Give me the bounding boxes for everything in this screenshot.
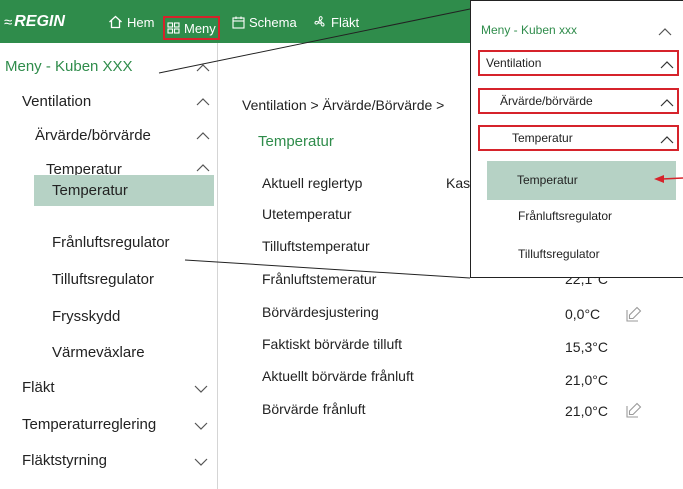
sidebar-item-fan-control[interactable]: Fläktstyrning [0,446,217,476]
sidebar-item-label: Temperatur [52,182,128,199]
setpoint-exhaust-value: 21,0°C [565,403,608,419]
setpoint-adjust-label: Börvärdesjustering [262,304,379,320]
sidebar-item-label: Tilluftsregulator [52,271,154,288]
chevron-up-icon [660,60,674,70]
sidebar-item-label: Ärvärde/börvärde [35,127,151,144]
sidebar-item-label: Ventilation [22,93,92,110]
chevron-down-icon [194,422,208,432]
nav-schedule[interactable]: Schema [232,11,297,33]
nav-fan-label: Fläkt [331,14,360,30]
chevron-up-icon [196,163,210,173]
sidebar-item-label: Värmeväxlare [52,344,145,361]
nav-home-label: Hem [127,14,155,30]
chevron-up-icon [196,131,210,141]
nav-fan[interactable]: Fläkt [313,11,359,33]
outdoor-temp-label: Utetemperatur [262,206,352,222]
sidebar-item-label: Fläktstyrning [22,452,108,469]
sidebar-item-label: Frånluftsregulator [52,234,170,251]
actual-setpoint-supply-label: Faktiskt börvärde tilluft [262,336,403,352]
current-setpoint-exhaust-value: 21,0°C [565,372,608,388]
callout-item-label: Temperatur [512,131,573,145]
edit-icon[interactable] [626,306,642,322]
supply-temp-label: Tilluftstemperatur [262,238,370,254]
callout-item-supply-regulator[interactable]: Tilluftsregulator [518,247,600,261]
sidebar-item-exhaust-regulator[interactable]: Frånluftsregulator [0,228,217,258]
actual-setpoint-supply-value: 15,3°C [565,339,608,355]
brand-name: REGIN [14,13,65,30]
control-type-value: Kas [446,175,471,191]
grid-icon [167,22,180,34]
sidebar-header[interactable]: Meny - Kuben XXX [0,55,217,79]
sidebar-header-title: Meny - Kuben XXX [5,58,133,75]
sidebar-item-supply-regulator[interactable]: Tilluftsregulator [0,265,217,295]
fan-icon [313,15,327,29]
callout-item-label: Ärvärde/börvärde [500,94,593,108]
edit-icon[interactable] [626,402,642,418]
callout-item-ventilation[interactable]: Ventilation [478,50,679,76]
page-title: Temperatur [258,133,334,150]
sidebar-item-label: Frysskydd [52,308,121,325]
callout-item-exhaust-regulator[interactable]: Frånluftsregulator [518,209,612,223]
sidebar-menu: Meny - Kuben XXX Ventilation Ärvärde/bör… [0,43,218,489]
nav-menu[interactable]: Meny [163,16,220,40]
breadcrumb[interactable]: Ventilation > Ärvärde/Börvärde > [242,97,444,113]
callout-item-label: Ventilation [486,56,542,70]
chevron-up-icon[interactable] [658,27,672,37]
setpoint-adjust-value: 0,0°C [565,306,601,322]
sidebar-item-heat-exchanger[interactable]: Värmeväxlare [0,338,217,368]
setpoint-exhaust-label: Börvärde frånluft [262,401,366,417]
exhaust-temp-label: Frånluftstemeratur [262,271,377,287]
sidebar-item-fan[interactable]: Fläkt [0,373,217,403]
nav-menu-label: Meny [184,20,216,36]
control-type-label: Aktuell reglertyp [262,175,363,191]
calendar-icon [232,16,245,29]
callout-item-label: Temperatur [517,173,578,187]
regin-logo[interactable]: ≈ REGIN [4,11,65,33]
callout-item-temperature-group[interactable]: Temperatur [478,125,679,151]
chevron-up-icon [660,98,674,108]
chevron-up-icon [196,97,210,107]
nav-home[interactable]: Hem [108,11,154,33]
callout-item-temperature[interactable]: Temperatur [487,161,676,200]
callout-item-actual-setpoint[interactable]: Ärvärde/börvärde [478,88,679,114]
sidebar-item-label: Fläkt [22,379,55,396]
chevron-down-icon [194,458,208,468]
sidebar-item-temperature-control[interactable]: Temperaturreglering [0,410,217,440]
nav-schedule-label: Schema [249,14,297,30]
home-icon [108,15,123,29]
sidebar-item-temperature[interactable]: Temperatur [34,175,214,206]
current-setpoint-exhaust-label: Aktuellt börvärde frånluft [262,368,414,384]
sidebar-item-ventilation[interactable]: Ventilation [0,87,217,117]
chevron-up-icon [660,135,674,145]
sidebar-item-label: Temperaturreglering [22,416,157,433]
sidebar-item-frost-protection[interactable]: Frysskydd [0,302,217,332]
waves-icon: ≈ [4,13,13,31]
callout-header: Meny - Kuben xxx [481,23,578,37]
chevron-up-icon[interactable] [196,63,210,73]
sidebar-item-actual-setpoint[interactable]: Ärvärde/börvärde [0,121,217,151]
chevron-down-icon [194,385,208,395]
